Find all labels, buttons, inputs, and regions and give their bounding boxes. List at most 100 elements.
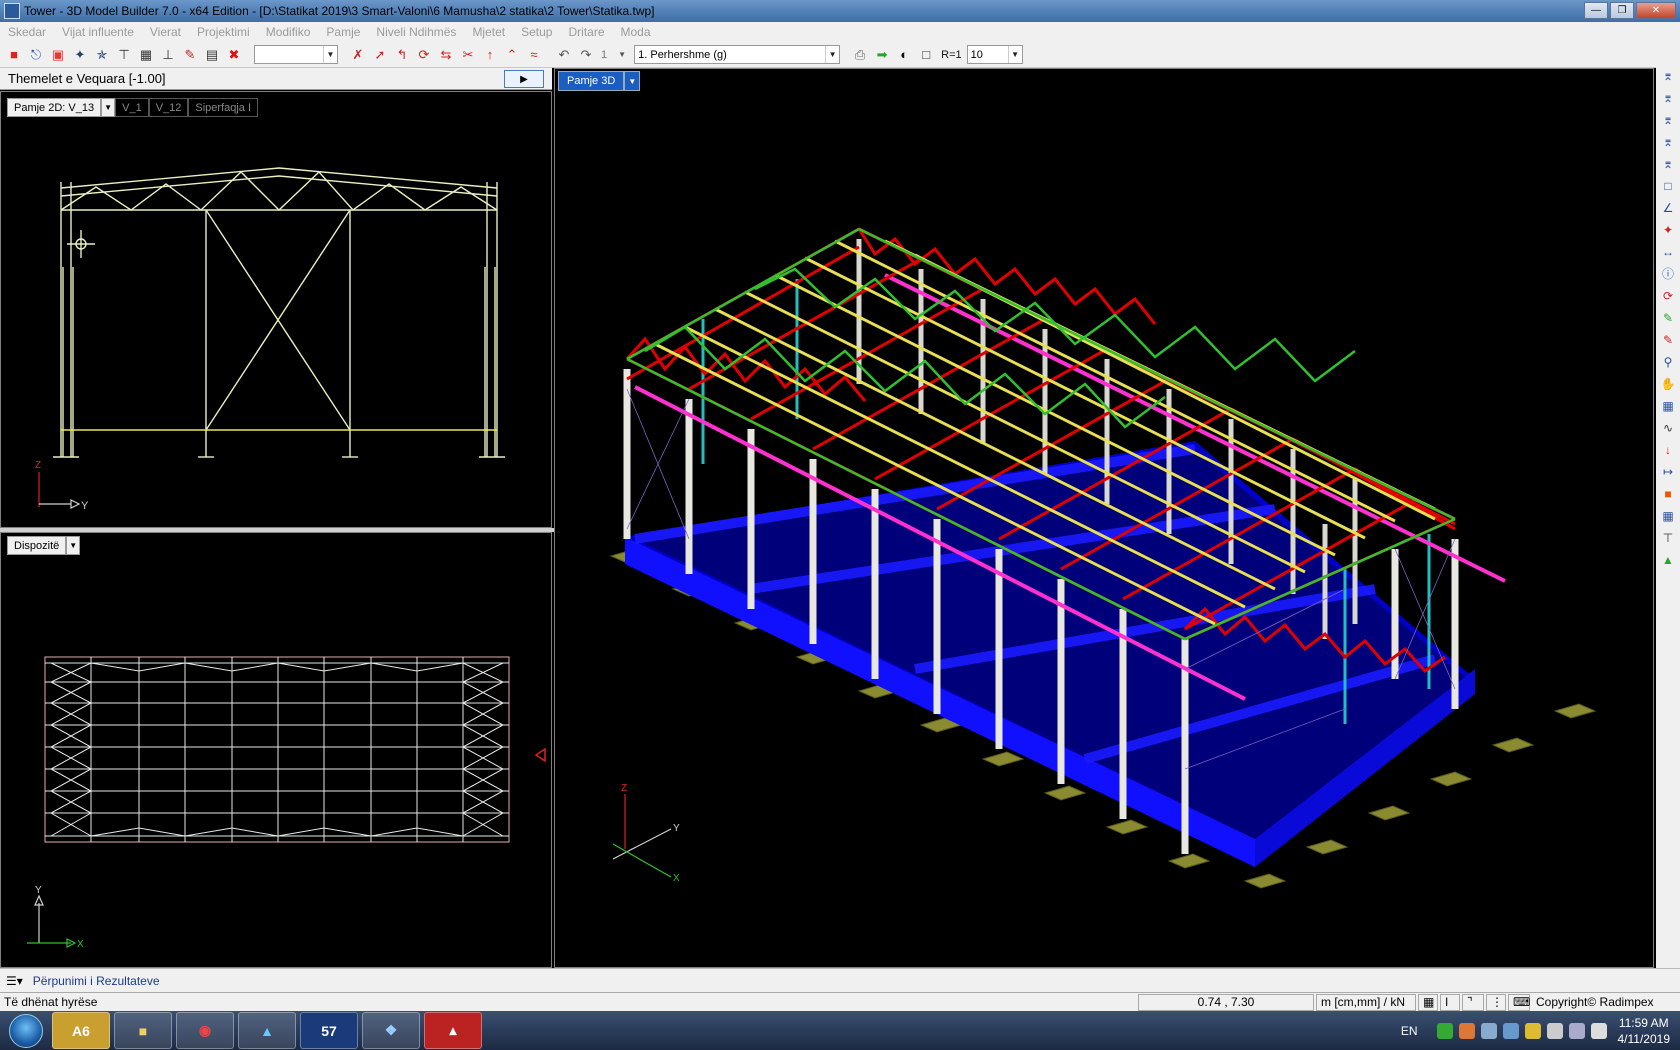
restore-button[interactable]: ❐ <box>1610 2 1634 19</box>
hand-icon[interactable]: ✋ <box>1658 374 1678 393</box>
menu-projektimi[interactable]: Projektimi <box>189 25 258 39</box>
array-icon[interactable]: ≈ <box>524 45 544 65</box>
zoom-frame-icon[interactable]: □ <box>916 45 936 65</box>
status-text: Të dhënat hyrëse <box>4 995 98 1009</box>
graph-icon-5[interactable]: ⌆ <box>1658 154 1678 173</box>
fill-icon[interactable]: ■ <box>1658 484 1678 503</box>
graph-icon-3[interactable]: ⌆ <box>1658 110 1678 129</box>
clock[interactable]: 11:59 AM 4/11/2019 <box>1618 1015 1671 1047</box>
frame-select-icon[interactable]: □ <box>1658 176 1678 195</box>
zoom-icon[interactable]: ⚲ <box>1658 352 1678 371</box>
table-icon[interactable]: ▤ <box>202 45 222 65</box>
measure-icon[interactable]: ↔ <box>1658 242 1678 261</box>
rotate-icon[interactable]: ⟳ <box>414 45 434 65</box>
tree-icon[interactable]: ▲ <box>1658 550 1678 569</box>
tray-icon-2[interactable] <box>1458 1022 1475 1039</box>
dots-toggle-icon[interactable]: ⋮ <box>1486 993 1506 1011</box>
delete-element-icon[interactable]: ✗ <box>348 45 368 65</box>
page-number: 1 <box>601 48 608 61</box>
color-icon[interactable]: ▣ <box>48 45 68 65</box>
axis-y-label: Y <box>35 885 42 896</box>
grid-toggle-icon[interactable]: ▦ <box>1418 993 1438 1011</box>
menu-vijat-influente[interactable]: Vijat influente <box>54 25 142 39</box>
pencil-icon[interactable]: ✎ <box>180 45 200 65</box>
print-icon[interactable]: ⎙ <box>850 45 870 65</box>
close-button[interactable]: ✕ <box>1636 2 1676 19</box>
grid-snap-icon[interactable]: ▦ <box>1658 396 1678 415</box>
menu-setup[interactable]: Setup <box>513 25 560 39</box>
keyboard-icon[interactable]: ⌨ <box>1508 993 1530 1011</box>
redo-icon[interactable]: ↷ <box>576 45 596 65</box>
menu-niveli-ndihmes[interactable]: Niveli Ndihmës <box>368 25 464 39</box>
flag-icon[interactable] <box>1546 1022 1563 1039</box>
node-icon[interactable]: ✦ <box>70 45 90 65</box>
menu-dritare[interactable]: Dritare <box>560 25 612 39</box>
dimension-icon[interactable]: ↦ <box>1658 462 1678 481</box>
mirror-icon[interactable]: ⇆ <box>436 45 456 65</box>
volume-icon[interactable] <box>1568 1022 1585 1039</box>
menu-mjetet[interactable]: Mjetet <box>464 25 513 39</box>
new-model-icon[interactable]: ■ <box>4 45 24 65</box>
graph-icon-2[interactable]: ⌆ <box>1658 88 1678 107</box>
section-icon[interactable]: ⊤ <box>1658 528 1678 547</box>
roof-icon[interactable]: ⌃ <box>502 45 522 65</box>
snap-icon[interactable]: ✦ <box>1658 220 1678 239</box>
results-menu-icon[interactable]: ☰▾ <box>6 974 23 988</box>
ratio-combo[interactable]: 10 ▼ <box>966 45 1023 64</box>
graph-icon-4[interactable]: ⌆ <box>1658 132 1678 151</box>
network-icon[interactable] <box>1590 1022 1607 1039</box>
load-case-combo[interactable]: 1. Perhershme (g) ▼ <box>634 45 841 64</box>
extend-icon[interactable]: ↑ <box>480 45 500 65</box>
page-chevron-icon[interactable]: ▼ <box>612 45 632 65</box>
spring-icon[interactable]: ∿ <box>1658 418 1678 437</box>
angle-icon[interactable]: ∠ <box>1658 198 1678 217</box>
support-icon[interactable]: ✯ <box>92 45 112 65</box>
menu-vierat[interactable]: Vierat <box>142 25 189 39</box>
next-level-button[interactable]: ▶ <box>504 70 544 88</box>
menu-modifiko[interactable]: Modifiko <box>258 25 319 39</box>
tray-icon-5[interactable] <box>1524 1022 1541 1039</box>
load-icon[interactable]: ↓ <box>1658 440 1678 459</box>
scissors-icon[interactable]: ✂ <box>458 45 478 65</box>
export-icon[interactable]: ➡ <box>872 45 892 65</box>
menu-moda[interactable]: Moda <box>613 25 659 39</box>
edit-icon-2[interactable]: ✎ <box>1658 330 1678 349</box>
taskbar-app-57[interactable]: 57 <box>300 1012 358 1049</box>
menu-skedar[interactable]: Skedar <box>0 25 54 39</box>
minimize-button[interactable]: — <box>1584 2 1608 19</box>
view-2d-elevation[interactable]: Pamje 2D: V_13 ▼ V_1 V_12 Siperfaqja I Z… <box>0 91 552 528</box>
taskbar-app-acrobat[interactable]: ▴ <box>424 1012 482 1049</box>
lasso-icon[interactable]: ⟳ <box>1658 286 1678 305</box>
view-3d[interactable]: Pamje 3D ▼ Z Y X <box>554 68 1654 968</box>
taskbar-app-jc[interactable]: ❖ <box>362 1012 420 1049</box>
tray-icon-3[interactable] <box>1480 1022 1497 1039</box>
language-indicator[interactable]: EN <box>1401 1024 1418 1038</box>
taskbar-app-chrome[interactable]: ◉ <box>176 1012 234 1049</box>
taskbar-app-tower[interactable]: ▲ <box>238 1012 296 1049</box>
info-icon[interactable]: ⓘ <box>1658 264 1678 283</box>
grid-icon[interactable]: ▦ <box>136 45 156 65</box>
edit-icon-1[interactable]: ✎ <box>1658 308 1678 327</box>
stop-icon[interactable]: ✖ <box>224 45 244 65</box>
copy-icon[interactable]: ↰ <box>392 45 412 65</box>
start-button[interactable] <box>0 1011 52 1050</box>
folder-icon: ■ <box>138 1022 148 1039</box>
open-icon[interactable]: ⎋ <box>26 45 46 65</box>
taskbar-app-explorer[interactable]: ■ <box>114 1012 172 1049</box>
move-icon[interactable]: ➚ <box>370 45 390 65</box>
ortho-toggle-icon[interactable]: I <box>1440 993 1460 1011</box>
frame-icon[interactable]: ⊤ <box>114 45 134 65</box>
taskbar-app-a6[interactable]: A6 <box>52 1012 110 1049</box>
layer-combo[interactable]: ▼ <box>254 45 338 64</box>
view-plan[interactable]: Dispozitë ▼ Y X <box>0 532 552 968</box>
graph-icon-1[interactable]: ⌆ <box>1658 66 1678 85</box>
database-icon[interactable]: ▦ <box>1658 506 1678 525</box>
tray-icon-1[interactable] <box>1436 1022 1453 1039</box>
undo-icon[interactable]: ↶ <box>554 45 574 65</box>
snap-toggle-icon[interactable]: ⌝ <box>1462 993 1484 1011</box>
dimension-icon[interactable]: ⊥ <box>158 45 178 65</box>
contrast-icon[interactable]: ◐ <box>894 45 914 65</box>
menu-pamje[interactable]: Pamje <box>318 25 368 39</box>
results-label[interactable]: Përpunimi i Rezultateve <box>33 974 160 988</box>
tray-icon-4[interactable] <box>1502 1022 1519 1039</box>
